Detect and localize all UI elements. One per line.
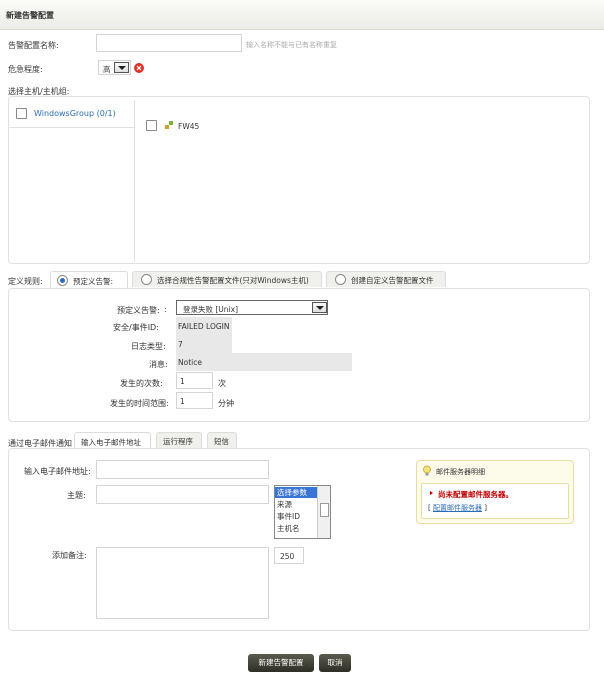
tab-compliance-label: 选择合规性告警配置文件(只对Windows主机) <box>157 276 309 285</box>
rule-label: 定义规则: <box>8 277 43 286</box>
tab-sms[interactable]: 短信 <box>207 432 237 448</box>
severity-label: 危急程度: <box>8 65 43 74</box>
parameter-option[interactable]: 事件ID <box>275 511 317 522</box>
create-alert-button[interactable]: 新建告警配置 <box>248 654 314 672</box>
tab-predefined[interactable]: 预定义告警: <box>50 271 128 288</box>
range-value: 1 <box>180 397 185 406</box>
tab-compliance[interactable]: 选择合规性告警配置文件(只对Windows主机) <box>132 271 322 287</box>
event-id-label: 安全/事件ID: <box>113 323 159 332</box>
tab-run-program[interactable]: 运行程序 <box>156 432 202 448</box>
count-input[interactable]: 1 <box>176 372 213 389</box>
event-id-field: FAILED LOGIN <box>176 317 232 335</box>
predefined-select[interactable]: 登录失败 [Unix] <box>176 300 328 315</box>
severity-dropdown-icon[interactable] <box>114 62 129 73</box>
log-type-field: 7 <box>176 335 232 353</box>
mail-server-link-wrapper: [ 配置邮件服务器 ] <box>428 503 487 513</box>
predefined-colon: : <box>164 305 167 314</box>
range-label: 发生的时间范围: <box>110 399 169 408</box>
message-value: Notice <box>178 358 202 367</box>
host-group-list: WindowsGroup (0/1) <box>10 100 135 128</box>
warning-arrow-icon <box>430 491 433 495</box>
tab-sms-label: 短信 <box>214 437 229 446</box>
panel-divider <box>134 128 135 262</box>
name-hint: 输入名称不能与已有名称重复 <box>246 41 337 49</box>
predefined-dropdown-icon[interactable] <box>312 302 327 313</box>
mail-server-warning: 尚未配置邮件服务器。 <box>438 490 513 499</box>
tab-custom[interactable]: 创建自定义告警配置文件 <box>326 271 446 287</box>
name-label: 告警配置名称: <box>8 41 59 50</box>
subject-label: 主题: <box>67 491 86 500</box>
range-input[interactable]: 1 <box>176 392 213 409</box>
severity-value: 高 <box>103 65 111 74</box>
subject-input[interactable] <box>96 485 269 504</box>
tab-email[interactable]: 输入电子邮件地址 <box>74 432 151 449</box>
mail-server-body: 尚未配置邮件服务器。 [ 配置邮件服务器 ] <box>421 483 569 519</box>
email-label: 输入电子邮件地址: <box>24 467 91 476</box>
mail-server-title: 邮件服务器明细 <box>436 468 485 476</box>
cancel-button[interactable]: 取消 <box>319 654 351 672</box>
warning-severity-icon <box>134 63 144 73</box>
name-input[interactable] <box>96 34 242 52</box>
char-count-field: 250 <box>274 547 304 564</box>
email-input[interactable] <box>96 460 269 479</box>
custom-radio[interactable] <box>335 274 346 285</box>
host-label[interactable]: FW45 <box>178 122 199 131</box>
compliance-radio[interactable] <box>141 274 152 285</box>
parameter-option[interactable]: 主机名 <box>275 523 317 534</box>
tab-custom-label: 创建自定义告警配置文件 <box>351 276 434 285</box>
log-type-value: 7 <box>178 340 183 349</box>
message-field: Notice <box>176 353 352 371</box>
log-type-label: 日志类型: <box>131 342 166 351</box>
page-title: 新建告警配置 <box>6 11 54 20</box>
range-unit: 分钟 <box>218 399 234 408</box>
host-icon <box>164 120 174 130</box>
page-header: 新建告警配置 <box>0 0 604 30</box>
count-label: 发生的次数: <box>120 379 163 388</box>
configure-mail-server-link[interactable]: 配置邮件服务器 <box>433 504 482 512</box>
tab-predefined-label: 预定义告警: <box>73 277 114 286</box>
scrollbar-thumb[interactable] <box>320 503 329 517</box>
parameter-list-scrollbar[interactable] <box>317 486 330 538</box>
event-id-value: FAILED LOGIN <box>178 322 230 331</box>
parameter-list[interactable]: 选择参数 来源 事件ID 主机名 <box>274 485 331 539</box>
count-value: 1 <box>180 377 185 386</box>
char-count-value: 250 <box>280 552 295 561</box>
host-group-checkbox[interactable] <box>16 108 27 119</box>
parameter-option[interactable]: 选择参数 <box>275 487 317 498</box>
bracket-right: ] <box>481 504 487 512</box>
message-label: 消息: <box>149 360 168 369</box>
tab-run-program-label: 运行程序 <box>163 437 193 446</box>
mail-server-box: 邮件服务器明细 尚未配置邮件服务器。 [ 配置邮件服务器 ] <box>416 460 574 524</box>
body-label: 添加备注: <box>52 551 87 560</box>
host-group-label[interactable]: WindowsGroup (0/1) <box>34 109 116 118</box>
tab-email-label: 输入电子邮件地址 <box>81 438 141 447</box>
predefined-value: 登录失败 [Unix] <box>183 305 239 314</box>
predefined-label: 预定义告警: <box>117 306 160 315</box>
predefined-radio[interactable] <box>57 275 68 286</box>
body-textarea[interactable] <box>96 547 269 619</box>
parameter-option[interactable]: 来源 <box>275 499 317 510</box>
count-unit: 次 <box>218 379 226 388</box>
host-checkbox[interactable] <box>146 120 157 131</box>
lightbulb-icon <box>423 465 431 476</box>
